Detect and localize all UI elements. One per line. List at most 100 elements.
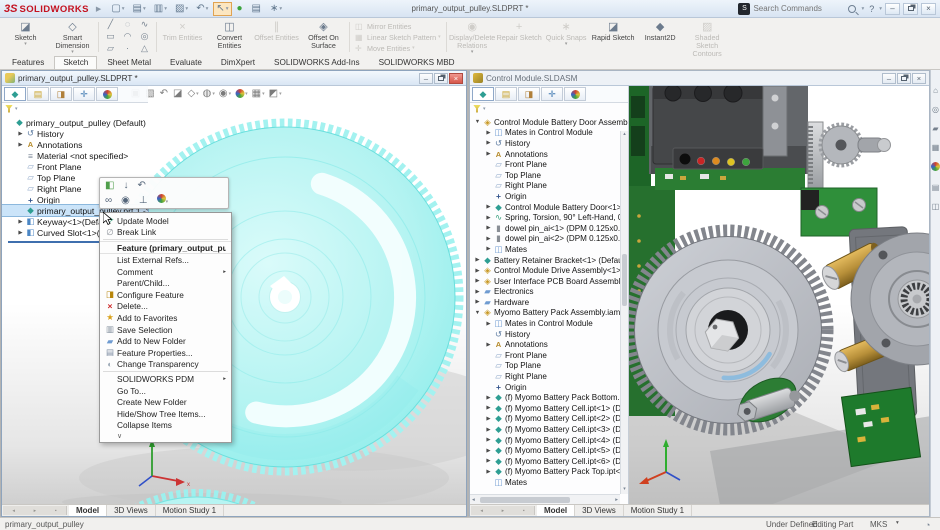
propertymanager-tab[interactable]: ▤ xyxy=(27,87,49,101)
tree-item[interactable]: ▶◆(f) Myomo Battery Cell.ipt<6> (Default… xyxy=(470,456,628,467)
view-orientation-icon[interactable]: ◇ ▾ xyxy=(187,88,198,99)
tree-item[interactable]: ▱ Top Plane xyxy=(470,361,628,372)
save-button[interactable]: ▥ ▾ xyxy=(151,2,170,16)
arc-tool[interactable]: ◠ xyxy=(120,31,135,43)
tree-item[interactable]: ▱ Top Plane xyxy=(470,170,628,181)
child-close-button[interactable]: × xyxy=(449,72,463,84)
ribbon-tab[interactable]: Sheet Metal xyxy=(98,56,160,69)
rollback-bar[interactable] xyxy=(8,241,104,243)
convert-entities-button[interactable]: ◫ Convert Entities xyxy=(206,19,253,55)
move-entities-button[interactable]: ✛ Move Entities ▾ xyxy=(355,43,441,53)
part-window-titlebar[interactable]: primary_output_pulley.SLDPRT * – × xyxy=(2,71,466,86)
zoom-to-selection-button[interactable]: ◉ xyxy=(121,195,130,206)
tree-item[interactable]: ▶◆(f) Myomo Battery Cell.ipt<3> (Default… xyxy=(470,424,628,435)
open-file-button[interactable]: ▤ ▾ xyxy=(130,2,149,16)
solidworks-resources-icon[interactable]: ◎ xyxy=(932,105,939,114)
hide-button[interactable]: ∞ xyxy=(105,195,112,206)
trim-entities-button[interactable]: × Trim Entities xyxy=(159,19,206,55)
doc-tab[interactable]: 3D Views xyxy=(575,505,624,516)
menu-item[interactable]: SOLIDWORKS PDM ▸ xyxy=(100,373,231,385)
status-units[interactable]: MKS xyxy=(870,520,887,529)
tree-filter[interactable]: ▾ xyxy=(2,103,148,114)
tree-item[interactable]: ▶◈User Interface PCB Board Assembly<1> (… xyxy=(470,276,628,287)
search-input[interactable] xyxy=(753,2,846,15)
view-settings-icon[interactable]: ◩ ▾ xyxy=(269,88,282,99)
tree-item[interactable]: ▶∿Spring, Torsion, 90° Left-Hand, 0.386 … xyxy=(470,212,628,223)
ribbon-tab[interactable]: Features xyxy=(3,56,53,69)
menu-item[interactable]: ∅ Break Link xyxy=(100,227,231,239)
rebuild-button[interactable]: ● xyxy=(234,2,247,16)
appearances-scenes-icon[interactable] xyxy=(931,162,940,173)
normal-to-button[interactable]: ⊥ xyxy=(139,195,148,206)
tree-item[interactable]: ◫ Mates xyxy=(470,477,628,488)
menu-item[interactable]: Parent/Child... xyxy=(100,277,231,289)
tree-item[interactable]: ▱ Right Plane xyxy=(470,181,628,192)
close-button[interactable]: × xyxy=(921,2,936,15)
tree-item[interactable]: ▶ ↺ History xyxy=(470,138,628,149)
select-button[interactable]: ↖ ▾ xyxy=(213,1,232,16)
tree-item[interactable]: ▶ ↺ History xyxy=(2,128,148,139)
tree-item[interactable]: ▶ ▰ Hardware xyxy=(470,297,628,308)
doc-tab[interactable]: Model xyxy=(537,505,576,516)
tree-item[interactable]: ▱ Front Plane xyxy=(470,159,628,170)
file-explorer-icon[interactable]: ▦ xyxy=(932,143,940,152)
tree-filter[interactable]: ▾ xyxy=(470,103,628,114)
spline-tool[interactable]: ∿ xyxy=(137,19,152,31)
forum-icon[interactable]: ◫ xyxy=(932,202,940,211)
doc-tab[interactable]: Motion Study 1 xyxy=(156,505,225,516)
child-minimize-button[interactable]: – xyxy=(419,72,433,84)
vertical-scrollbar[interactable]: ▴ ▾ xyxy=(620,131,628,494)
tree-item[interactable]: ▶ ▰ Electronics xyxy=(470,287,628,298)
tree-item[interactable]: ▱ Right Plane xyxy=(470,371,628,382)
tree-item[interactable]: ▼◈Myomo Battery Pack Assembly.iam<2> (De… xyxy=(470,308,628,319)
slot-tool[interactable]: ▱ xyxy=(103,43,118,55)
displaymanager-tab[interactable] xyxy=(564,87,586,101)
repair-sketch-button[interactable]: + Repair Sketch xyxy=(496,19,543,55)
file-properties-button[interactable]: ▤ xyxy=(249,2,265,16)
tree-item[interactable]: ▼◈Control Module Battery Door Assembly<1… xyxy=(470,117,628,128)
home-tab-icon[interactable]: ⌂ xyxy=(933,86,938,95)
child-minimize-button[interactable]: – xyxy=(882,72,896,84)
tree-item[interactable]: ↺ History xyxy=(470,329,628,340)
menu-item[interactable]: Create New Folder xyxy=(100,396,231,408)
instant2d-button[interactable]: ◆ Instant2D xyxy=(637,19,684,55)
shaded-sketch-contours-button[interactable]: ▨ Shaded Sketch Contours xyxy=(684,19,731,57)
linear-sketch-pattern-button[interactable]: ▦ Linear Sketch Pattern ▾ xyxy=(355,32,441,42)
ribbon-tab[interactable]: SOLIDWORKS Add-Ins xyxy=(265,56,369,69)
minimize-button[interactable]: – xyxy=(885,2,900,15)
configurationmanager-tab[interactable]: ◨ xyxy=(50,87,72,101)
tree-item[interactable]: ▶ ▮ dowel pin_ai<2> (DPM 0.125x0.3125) xyxy=(470,234,628,245)
section-view-icon[interactable]: ◪ xyxy=(173,88,183,99)
tree-item[interactable]: ▱ Front Plane xyxy=(470,350,628,361)
circle-tool[interactable]: ◌ xyxy=(120,19,135,31)
options-button[interactable]: ∗ ▾ xyxy=(267,2,285,16)
doc-tab[interactable]: 3D Views xyxy=(107,505,156,516)
configurationmanager-tab[interactable]: ◨ xyxy=(518,87,540,101)
pcb-bottom[interactable] xyxy=(840,386,922,468)
menu-item[interactable]: ◨ Configure Feature xyxy=(100,289,231,301)
tree-item[interactable]: ▶◆(f) Myomo Battery Cell.ipt<2> (Default… xyxy=(470,414,628,425)
menu-item[interactable]: Collapse Items xyxy=(100,420,231,432)
apply-scene-icon[interactable]: ▦ ▾ xyxy=(252,88,265,99)
smart-dimension-button[interactable]: ◇ Smart Dimension ▾ xyxy=(49,19,96,55)
edit-feature-button[interactable]: ◧ xyxy=(105,180,114,191)
menu-item[interactable]: ★ Add to Favorites xyxy=(100,312,231,324)
tree-item[interactable]: ≡ Material <not specified> xyxy=(2,150,148,161)
tree-item[interactable]: ▶ ◆ Battery Retainer Bracket<1> (Default) xyxy=(470,255,628,266)
menu-item[interactable]: ▤ Feature Properties... xyxy=(100,347,231,359)
ribbon-tab[interactable]: Sketch xyxy=(54,56,98,69)
tree-item[interactable]: ▶◆(f) Myomo Battery Pack Bottom.ipt<1> (… xyxy=(470,392,628,403)
polygon-tool[interactable]: △ xyxy=(137,43,152,55)
search-icon[interactable] xyxy=(848,4,857,13)
menu-item[interactable]: Comment ▸ xyxy=(100,266,231,278)
dimxpertmanager-tab[interactable]: ✛ xyxy=(73,87,95,101)
tree-item[interactable]: ▶◆(f) Myomo Battery Cell.ipt<1> (Default… xyxy=(470,403,628,414)
menu-item[interactable]: Go To... xyxy=(100,385,231,397)
units-caret-icon[interactable]: ▾ xyxy=(896,520,899,526)
offset-on-surface-button[interactable]: ◈ Offset On Surface xyxy=(300,19,347,55)
menu-item[interactable]: ∨ xyxy=(100,431,231,440)
ellipse-tool[interactable]: ◎ xyxy=(137,31,152,43)
rectangle-tool[interactable]: ▭ xyxy=(103,31,118,43)
offset-entities-button[interactable]: ∥ Offset Entities xyxy=(253,19,300,55)
menu-item[interactable]: Feature (primary_output_pulley.pr...) xyxy=(100,241,231,255)
